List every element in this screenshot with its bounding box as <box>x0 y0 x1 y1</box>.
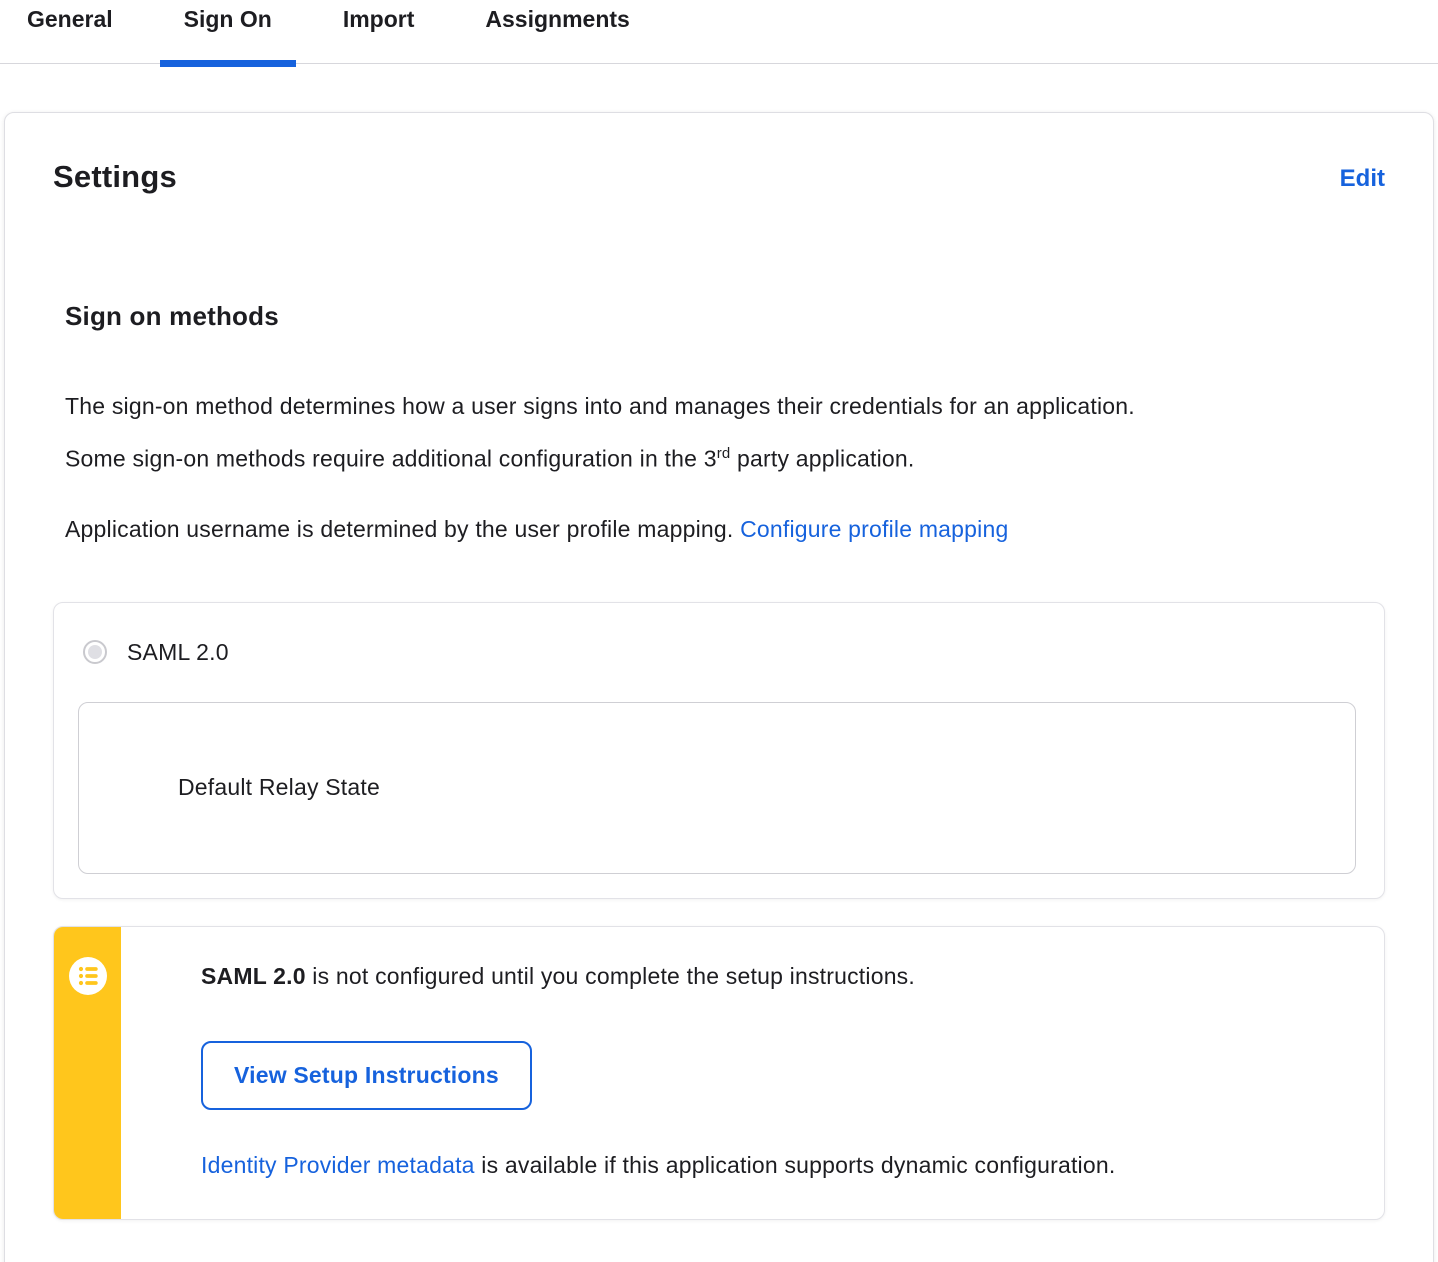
callout-message: SAML 2.0 is not configured until you com… <box>201 959 1344 993</box>
relay-state-box: Default Relay State <box>78 701 1356 874</box>
saml-radio-button[interactable] <box>83 640 107 665</box>
relay-state-label: Default Relay State <box>178 774 380 801</box>
view-setup-instructions-button[interactable]: View Setup Instructions <box>201 1040 532 1110</box>
edit-link[interactable]: Edit <box>1340 165 1385 193</box>
settings-card: Settings Edit Sign on methods The sign-o… <box>4 112 1434 1262</box>
tabs-bar: General Sign On Import Assignments <box>0 0 1438 67</box>
callout-message-rest: is not configured until you complete the… <box>305 962 915 989</box>
tab-assignments[interactable]: Assignments <box>461 6 653 63</box>
tab-general[interactable]: General <box>3 6 137 63</box>
username-note-text: Application username is determined by th… <box>65 515 741 542</box>
sign-on-description: The sign-on method determines how a user… <box>65 382 1200 483</box>
setup-callout: SAML 2.0 is not configured until you com… <box>53 925 1385 1220</box>
callout-body: SAML 2.0 is not configured until you com… <box>121 927 1384 1219</box>
callout-accent-bar <box>54 926 121 1219</box>
sign-on-methods-section: Sign on methods The sign-on method deter… <box>65 301 1385 553</box>
saml-method-box: SAML 2.0 Default Relay State <box>53 601 1385 899</box>
sign-on-methods-heading: Sign on methods <box>65 301 279 331</box>
saml-radio-label: SAML 2.0 <box>127 638 229 665</box>
list-icon <box>68 956 107 1000</box>
settings-header: Settings Edit <box>53 159 1385 195</box>
page-title: Settings <box>53 159 177 194</box>
metadata-note: Identity Provider metadata is available … <box>201 1152 1344 1179</box>
saml-radio-row: SAML 2.0 <box>83 639 1356 666</box>
metadata-note-rest: is available if this application support… <box>474 1151 1116 1178</box>
callout-message-bold: SAML 2.0 <box>201 962 306 989</box>
identity-provider-metadata-link[interactable]: Identity Provider metadata <box>201 1152 475 1178</box>
configure-profile-mapping-link[interactable]: Configure profile mapping <box>740 516 1008 542</box>
username-note: Application username is determined by th… <box>65 505 1285 553</box>
description-superscript: rd <box>716 445 731 462</box>
tab-import[interactable]: Import <box>319 6 439 63</box>
description-text-part2: party application. <box>730 445 915 472</box>
tab-sign-on[interactable]: Sign On <box>159 6 297 67</box>
description-text-part1: The sign-on method determines how a user… <box>65 393 1135 472</box>
